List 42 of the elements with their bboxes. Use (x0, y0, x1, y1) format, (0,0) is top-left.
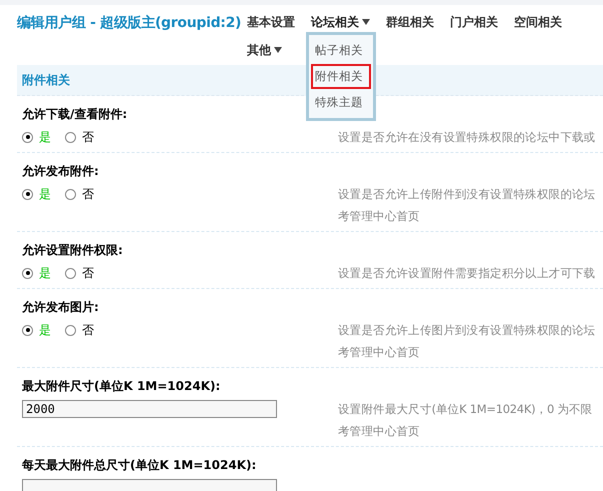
radio-label: 是 (39, 186, 51, 202)
setting-label: 允许发布附件: (22, 163, 99, 180)
hint-text: 设置是否允许上传图片到没有设置特殊权限的论坛 (338, 322, 596, 339)
hint-text: 设置是否允许在没有设置特殊权限的论坛中下载或 (338, 129, 596, 146)
radio-label: 否 (82, 128, 94, 146)
menu-item[interactable]: 帖子相关 (311, 38, 372, 63)
section-title: 附件相关 (22, 72, 70, 88)
hint-text: 设置是否允许上传附件到没有设置特殊权限的论坛 (338, 186, 596, 203)
nav-tab[interactable]: 基本设置 (247, 13, 304, 31)
nav-tab[interactable]: 其他 (247, 41, 290, 59)
radio-button[interactable] (65, 324, 76, 336)
setting-label: 允许发布图片: (22, 299, 99, 316)
radio-button[interactable] (22, 268, 33, 278)
radio-label: 否 (82, 186, 94, 202)
menu-item[interactable]: 特殊主题 (311, 90, 372, 115)
radio-button[interactable] (22, 324, 33, 336)
radio-label: 是 (39, 128, 51, 146)
setting-label: 每天最大附件总尺寸(单位K 1M=1024K): (22, 457, 256, 474)
radio-label: 是 (39, 264, 51, 282)
nav-tab[interactable]: 门户相关 (450, 13, 506, 31)
menu-item[interactable]: 附件相关 (311, 64, 372, 89)
nav-tab[interactable]: 空间相关 (514, 13, 570, 31)
hint-text: 考管理中心首页 (338, 423, 421, 440)
radio-button[interactable] (65, 132, 76, 142)
radio-button[interactable] (65, 268, 76, 278)
nav-tab[interactable]: 群组相关 (386, 13, 442, 31)
radio-button[interactable] (65, 188, 76, 200)
hint-text: 设置附件最大尺寸(单位K 1M=1024K)，0 为不限 (338, 401, 592, 418)
hint-text: 设置是否允许设置附件需要指定积分以上才可下载 (338, 265, 596, 282)
nav-tab[interactable]: 论坛相关 (311, 13, 378, 31)
hint-text: 考管理中心首页 (338, 208, 421, 225)
setting-label: 允许下载/查看附件: (22, 106, 128, 123)
setting-label: 最大附件尺寸(单位K 1M=1024K): (22, 378, 220, 395)
setting-label: 允许设置附件权限: (22, 242, 123, 259)
radio-label: 否 (82, 264, 94, 282)
radio-label: 是 (39, 322, 51, 338)
radio-button[interactable] (22, 188, 33, 200)
radio-label: 否 (82, 322, 94, 338)
page-title: 编辑用户组 - 超级版主(groupid:2) (17, 14, 242, 33)
radio-button[interactable] (22, 132, 33, 142)
input-field[interactable]: 2000 (22, 400, 277, 418)
hint-text: 考管理中心首页 (338, 344, 421, 361)
